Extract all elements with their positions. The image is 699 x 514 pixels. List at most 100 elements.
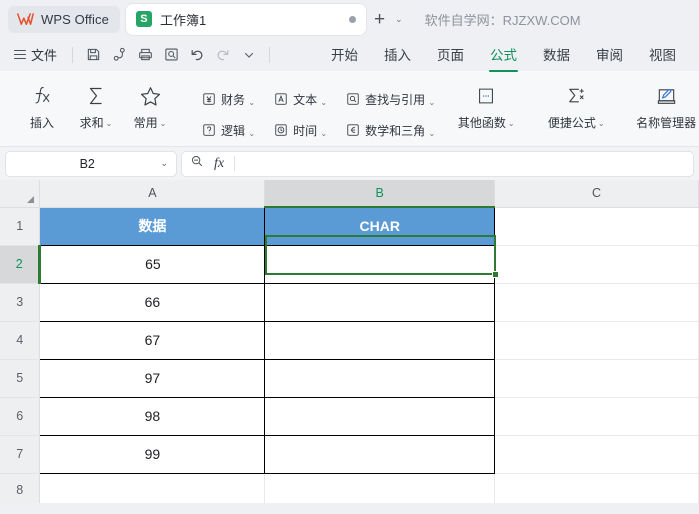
logical-functions-button[interactable]: 逻辑 ⌄ [201, 119, 255, 141]
cell-c1[interactable] [494, 207, 699, 246]
text-chevron-down-icon[interactable]: ⌄ [320, 98, 327, 107]
column-header-c[interactable]: C [494, 180, 699, 208]
cell-b1[interactable]: CHAR [264, 206, 496, 246]
cell-c5[interactable] [494, 359, 699, 398]
name-box-chevron-down-icon[interactable]: ⌄ [160, 158, 168, 169]
print-icon[interactable] [132, 43, 158, 67]
ribbon-tab-data[interactable]: 数据 [530, 40, 583, 69]
print-preview-icon[interactable] [158, 43, 184, 67]
name-box[interactable]: B2 ⌄ [6, 151, 176, 176]
ribbon-tab-insert[interactable]: 插入 [371, 40, 424, 69]
title-bar: WPS Office S 工作簿1 + ⌄ 软件自学网：RJZXW.COM [0, 0, 699, 38]
lookup-chevron-down-icon[interactable]: ⌄ [428, 98, 435, 107]
spreadsheet-grid[interactable]: A B C 1 数据 CHAR 2 65 3 66 4 67 5 97 6 98… [0, 180, 699, 503]
common-functions-chevron-down-icon[interactable]: ⌄ [160, 119, 167, 128]
logical-chevron-down-icon[interactable]: ⌄ [248, 129, 255, 138]
cell-a8[interactable] [39, 473, 266, 503]
ribbon-tab-view[interactable]: 视图 [636, 40, 689, 69]
text-functions-text: 文本 [293, 92, 318, 107]
tab-modified-dot[interactable] [348, 15, 356, 23]
new-tab-button[interactable]: + [372, 10, 387, 29]
row-header-5[interactable]: 5 [0, 359, 41, 398]
fx-icon[interactable]: fx [214, 156, 224, 172]
lookup-functions-button[interactable]: 查找与引用 ⌄ [345, 88, 435, 110]
cell-c4[interactable] [494, 321, 699, 360]
math-chevron-down-icon[interactable]: ⌄ [428, 129, 435, 138]
ribbon-tab-start[interactable]: 开始 [318, 40, 371, 69]
cell-a2[interactable]: 65 [39, 244, 266, 284]
cell-c7[interactable] [494, 435, 699, 474]
document-tab[interactable]: S 工作簿1 [125, 3, 366, 35]
column-header-a[interactable]: A [39, 180, 266, 208]
magnifier-minus-icon[interactable] [190, 154, 204, 173]
other-functions-button[interactable]: 其他函数 ⌄ [453, 74, 519, 131]
other-functions-chevron-down-icon[interactable]: ⌄ [508, 119, 515, 128]
ribbon-toolbar: 插入 求和 ⌄ 常用 ⌄ 财务 ⌄ 逻辑 ⌄ 文本 ⌄ 时间 ⌄ 查找与引用 ⌄… [0, 71, 699, 147]
name-manager-button[interactable]: 名称管理器 [633, 74, 699, 131]
file-menu-button[interactable]: 文件 [10, 45, 65, 64]
cell-b8[interactable] [264, 473, 496, 503]
common-functions-label: 常用 ⌄ [134, 114, 167, 131]
ribbon-tab-page[interactable]: 页面 [424, 40, 477, 69]
time-chevron-down-icon[interactable]: ⌄ [320, 129, 327, 138]
quick-formula-button[interactable]: 便捷公式 ⌄ [543, 74, 609, 131]
row-header-2[interactable]: 2 [0, 245, 42, 284]
cell-c2[interactable] [494, 245, 699, 284]
math-functions-button[interactable]: 数学和三角 ⌄ [345, 119, 435, 141]
text-functions-button[interactable]: 文本 ⌄ [273, 88, 327, 110]
financial-functions-button[interactable]: 财务 ⌄ [201, 88, 255, 110]
autosum-chevron-down-icon[interactable]: ⌄ [106, 119, 113, 128]
new-tab-chevron-down-icon[interactable]: ⌄ [395, 14, 403, 25]
name-box-value: B2 [79, 156, 95, 171]
cell-a6[interactable]: 98 [39, 396, 266, 436]
fill-handle[interactable] [492, 271, 499, 278]
cell-c8[interactable] [494, 473, 699, 503]
row-header-1[interactable]: 1 [0, 207, 41, 246]
cell-b3[interactable] [264, 282, 496, 322]
share-icon[interactable] [106, 43, 132, 67]
save-icon[interactable] [80, 43, 106, 67]
row-header-7[interactable]: 7 [0, 435, 41, 474]
time-functions-text: 时间 [293, 123, 318, 138]
financial-chevron-down-icon[interactable]: ⌄ [248, 98, 255, 107]
quick-formula-chevron-down-icon[interactable]: ⌄ [598, 119, 605, 128]
row-header-3[interactable]: 3 [0, 283, 41, 322]
formula-input-wrapper[interactable]: fx [182, 151, 693, 176]
column-header-row: A B C [0, 180, 699, 208]
ribbon-group-function-library: 插入 求和 ⌄ 常用 ⌄ [6, 74, 186, 146]
other-functions-text: 其他函数 [457, 116, 506, 130]
row-header-4[interactable]: 4 [0, 321, 41, 360]
row-header-6[interactable]: 6 [0, 397, 41, 436]
ribbon-tab-review[interactable]: 审阅 [583, 40, 636, 69]
cell-c3[interactable] [494, 283, 699, 322]
redo-icon[interactable] [210, 43, 236, 67]
row-header-8[interactable]: 8 [0, 473, 41, 503]
cell-a7[interactable]: 99 [39, 434, 266, 474]
select-all-corner[interactable] [0, 180, 41, 208]
wps-brand-button[interactable]: WPS Office [8, 5, 120, 33]
time-functions-label: 时间 ⌄ [293, 122, 327, 139]
menu-divider-1 [72, 46, 74, 63]
logical-functions-text: 逻辑 [221, 123, 246, 138]
cell-b5[interactable] [264, 358, 496, 398]
cell-b6[interactable] [264, 396, 496, 436]
cell-b2[interactable] [264, 244, 496, 284]
cell-c6[interactable] [494, 397, 699, 436]
cell-a1[interactable]: 数据 [39, 206, 266, 246]
cell-a3[interactable]: 66 [39, 282, 266, 322]
table-row: 1 数据 CHAR [0, 206, 699, 246]
formula-bar: B2 ⌄ fx [0, 147, 699, 180]
column-header-b[interactable]: B [264, 180, 496, 208]
time-functions-button[interactable]: 时间 ⌄ [273, 119, 327, 141]
ribbon-tab-formula[interactable]: 公式 [477, 40, 530, 72]
cell-a5[interactable]: 97 [39, 358, 266, 398]
undo-icon[interactable] [184, 43, 210, 67]
insert-function-button[interactable]: 插入 [15, 74, 69, 131]
cell-b4[interactable] [264, 320, 496, 360]
quick-access-chevron-down-icon[interactable] [236, 43, 262, 67]
formula-bar-divider [234, 156, 236, 171]
autosum-button[interactable]: 求和 ⌄ [69, 74, 123, 131]
cell-a4[interactable]: 67 [39, 320, 266, 360]
common-functions-button[interactable]: 常用 ⌄ [123, 74, 177, 131]
cell-b7[interactable] [264, 434, 496, 474]
